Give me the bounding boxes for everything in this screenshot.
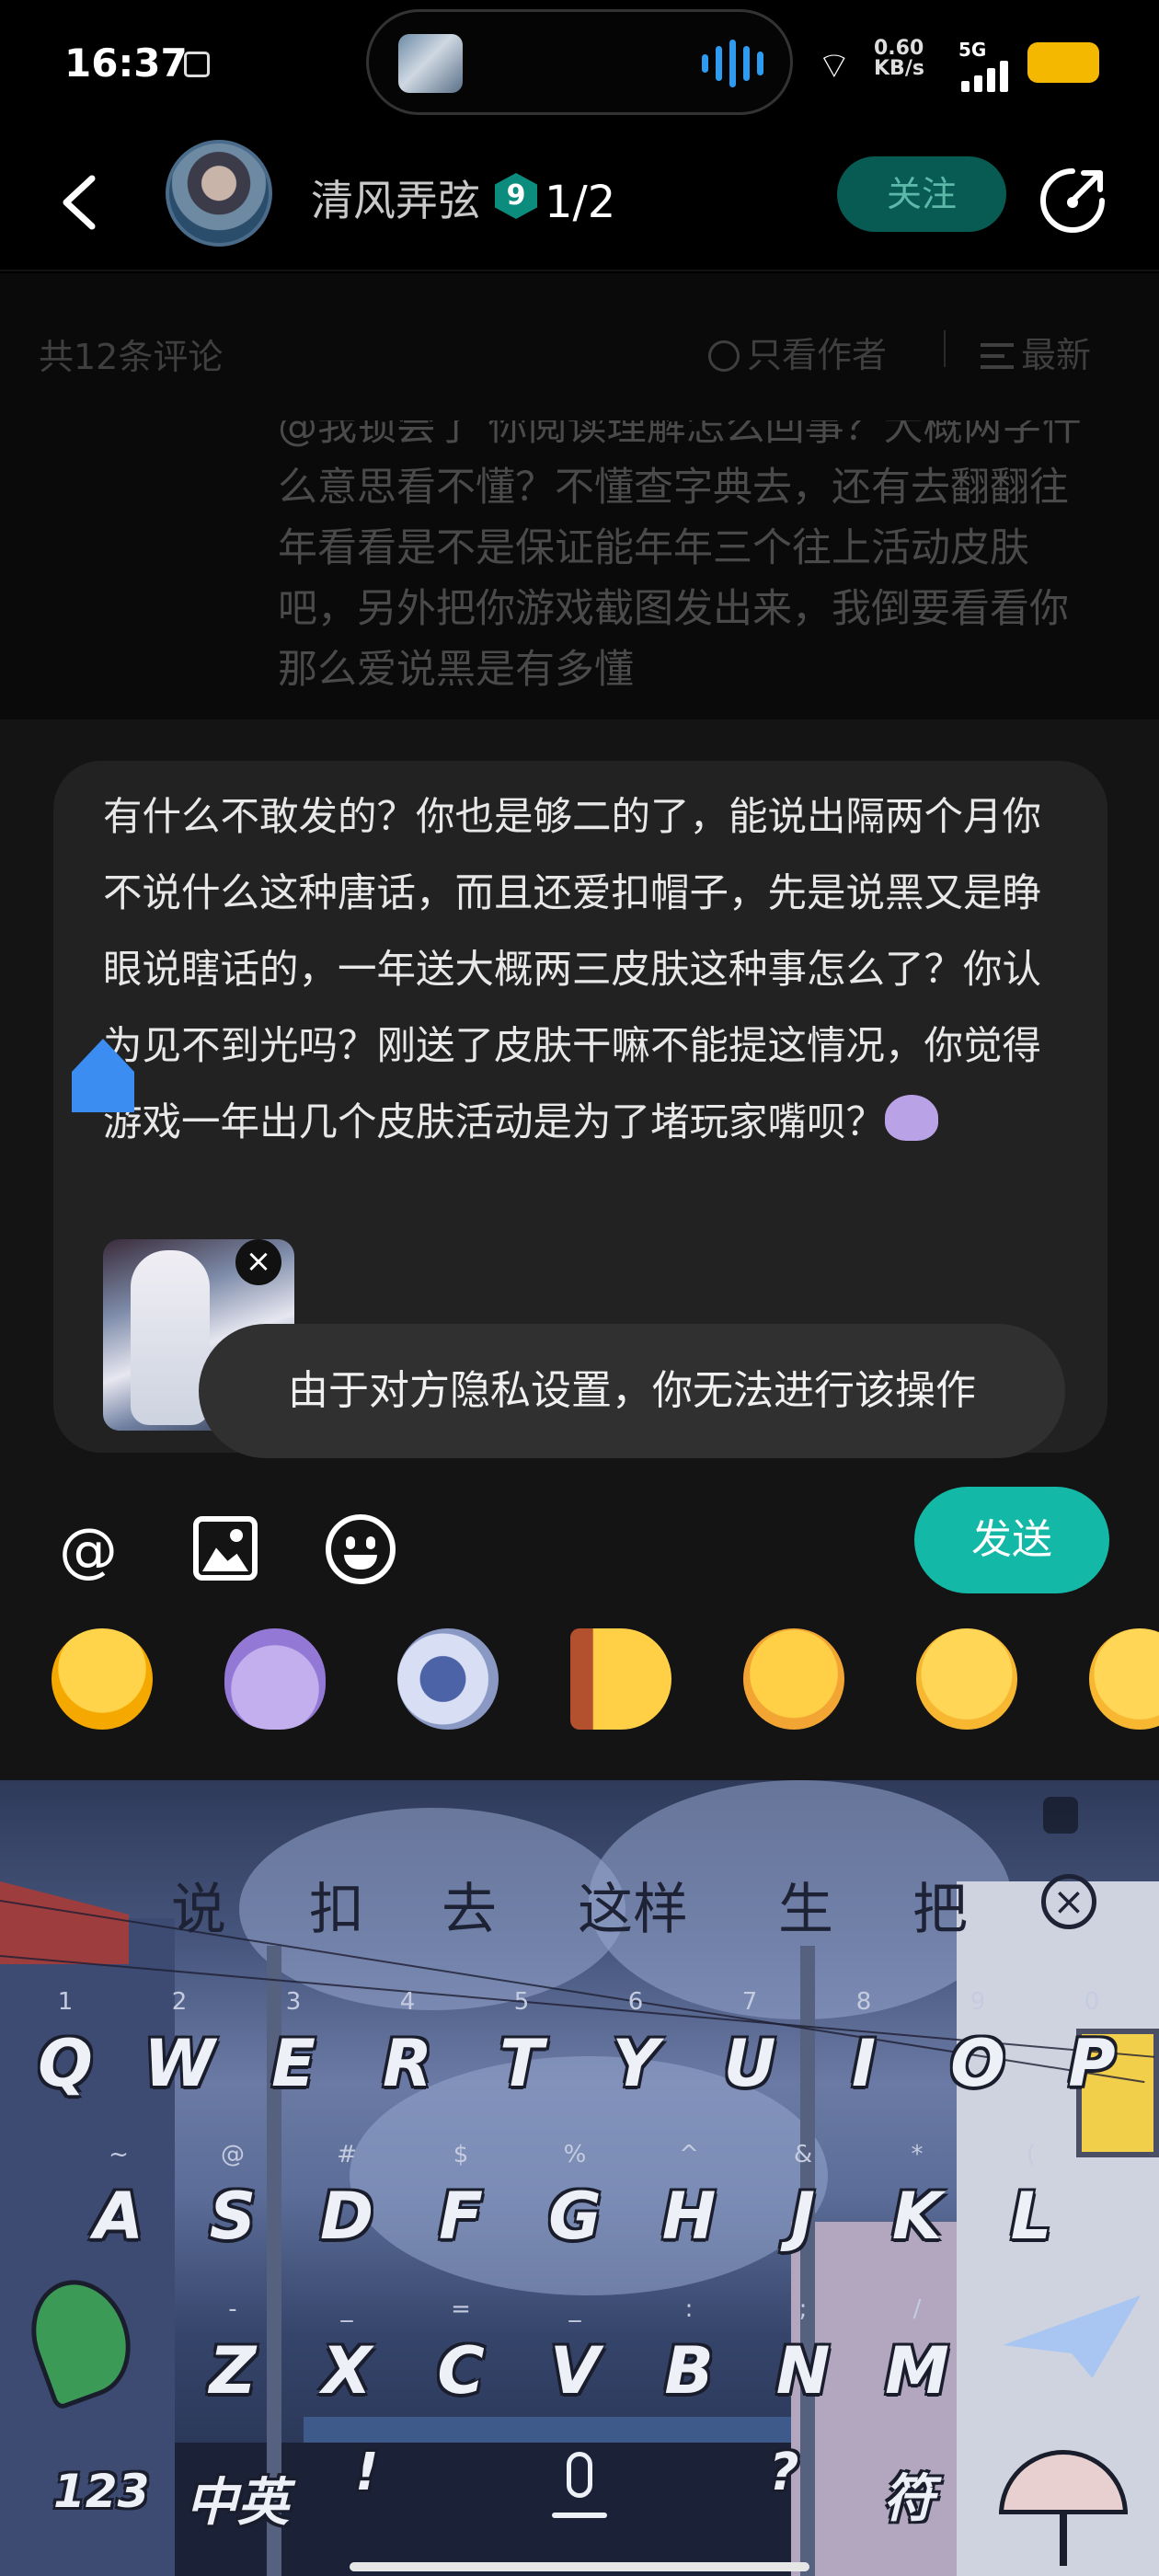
sort-icon bbox=[981, 341, 1014, 371]
purple-blob-sticker[interactable] bbox=[224, 1628, 326, 1730]
key-c[interactable]: = C bbox=[419, 2295, 502, 2415]
key-n[interactable]: ; N bbox=[762, 2295, 844, 2415]
author-only-label: 只看作者 bbox=[747, 335, 888, 375]
home-indicator[interactable] bbox=[350, 2562, 809, 2571]
level-badge: 9 bbox=[495, 173, 537, 219]
audio-wave-icon bbox=[702, 38, 763, 89]
key-d[interactable]: # D bbox=[305, 2141, 388, 2260]
key-t[interactable]: 5T bbox=[480, 1988, 563, 2108]
key-h[interactable]: ^ H bbox=[648, 2141, 730, 2260]
cloud-decoration bbox=[239, 1808, 625, 2010]
voice-input-icon[interactable] bbox=[552, 2452, 607, 2529]
status-time: 16:37 bbox=[64, 40, 188, 86]
emoji-icon[interactable] bbox=[326, 1514, 396, 1584]
watermelon-sticker[interactable] bbox=[743, 1628, 844, 1730]
peeking-wall-sticker[interactable] bbox=[570, 1628, 671, 1730]
back-icon[interactable] bbox=[57, 175, 103, 230]
key-m[interactable]: / M bbox=[876, 2295, 958, 2415]
key-i[interactable]: 8I bbox=[822, 1988, 905, 2108]
key-w[interactable]: 2W bbox=[138, 1988, 221, 2108]
author-only-toggle[interactable]: 只看作者 bbox=[708, 327, 887, 377]
sort-latest-button[interactable]: 最新 bbox=[981, 327, 1091, 377]
candidate-word[interactable]: 这样 bbox=[578, 1865, 688, 1945]
lock-icon[interactable] bbox=[1043, 1797, 1078, 1834]
page-counter: 1/2 bbox=[545, 177, 616, 228]
game-app-icon[interactable] bbox=[398, 34, 463, 93]
remove-attachment-button[interactable]: × bbox=[235, 1239, 281, 1285]
comment-count: 共12条评论 bbox=[39, 337, 224, 377]
key-q[interactable]: 1Q bbox=[24, 1988, 107, 2108]
reply-input-box[interactable]: 有什么不敢发的？你也是够二的了，能说出隔两个月你不说什么这种唐话，而且还爱扣帽子… bbox=[53, 761, 1107, 1458]
sea-decoration bbox=[304, 2417, 800, 2444]
numbers-key[interactable]: 123 bbox=[53, 2465, 149, 2518]
sim-notification-icon bbox=[184, 52, 210, 77]
smug-sticker[interactable] bbox=[1089, 1628, 1159, 1730]
symbols-key[interactable]: 符 bbox=[883, 2457, 935, 2532]
image-icon[interactable] bbox=[193, 1516, 258, 1581]
author-name[interactable]: 清风弄弦 bbox=[311, 167, 480, 228]
reply-compose-sheet: 有什么不敢发的？你也是够二的了，能说出隔两个月你不说什么这种唐话，而且还爱扣帽子… bbox=[0, 719, 1159, 1780]
status-indicators: ⌔ 0.60 KB/s 5G bbox=[809, 33, 1141, 98]
candidate-word[interactable]: 生 bbox=[778, 1865, 833, 1945]
key-k[interactable]: * K bbox=[876, 2141, 958, 2260]
dynamic-island[interactable] bbox=[366, 9, 793, 115]
key-x[interactable]: _ X bbox=[305, 2295, 388, 2415]
wifi-icon: ⌔ bbox=[817, 45, 852, 87]
candidate-word[interactable]: 把 bbox=[912, 1865, 968, 1945]
key-g[interactable]: % G bbox=[534, 2141, 616, 2260]
astronaut-sticker[interactable] bbox=[397, 1628, 499, 1730]
sticker-row bbox=[0, 1612, 1159, 1768]
comments-filter-bar: 共12条评论 只看作者 最新 bbox=[0, 273, 1159, 420]
key-b[interactable]: :B bbox=[648, 2295, 730, 2415]
pole-decoration bbox=[800, 1946, 815, 2576]
reply-input-text[interactable]: 有什么不敢发的？你也是够二的了，能说出隔两个月你不说什么这种唐话，而且还爱扣帽子… bbox=[103, 779, 1060, 1226]
anime-character-figure bbox=[131, 1250, 210, 1425]
key-v[interactable]: _ V bbox=[534, 2295, 616, 2415]
battery-icon bbox=[1027, 42, 1099, 83]
key-s[interactable]: @ S bbox=[191, 2141, 274, 2260]
key-a[interactable]: ~ A bbox=[77, 2141, 160, 2260]
key-p[interactable]: 0P bbox=[1050, 1988, 1133, 2108]
language-switch-key[interactable]: 中英 bbox=[186, 2461, 289, 2536]
key-f[interactable]: $ F bbox=[419, 2141, 502, 2260]
roof-decoration bbox=[0, 1881, 129, 1964]
follow-button[interactable]: 关注 bbox=[837, 156, 1006, 232]
enter-umbrella-key[interactable] bbox=[999, 2450, 1128, 2566]
background-reply-text: @我锁尝了 你阅读理解怎么回事？大概两字什么意思看不懂？不懂查字典去，还有去翻翻… bbox=[278, 420, 1082, 693]
reply-text: 有什么不敢发的？你也是够二的了，能说出隔两个月你不说什么这种唐话，而且还爱扣帽子… bbox=[103, 795, 1042, 1145]
signal-icon bbox=[961, 61, 1008, 92]
key-z[interactable]: -Z bbox=[191, 2295, 274, 2415]
key-o[interactable]: 9O bbox=[936, 1988, 1019, 2108]
share-icon[interactable] bbox=[1038, 166, 1107, 236]
key-r[interactable]: 4R bbox=[366, 1988, 449, 2108]
network-speed: 0.60 KB/s bbox=[874, 37, 924, 80]
mention-button[interactable]: @ bbox=[55, 1518, 121, 1584]
key-l[interactable]: (L bbox=[990, 2141, 1073, 2260]
key-u[interactable]: 7U bbox=[708, 1988, 791, 2108]
radio-circle-icon bbox=[708, 340, 740, 372]
purple-blob-emoji-icon bbox=[885, 1095, 939, 1141]
close-candidates-icon[interactable]: × bbox=[1041, 1874, 1096, 1929]
key-y[interactable]: 6Y bbox=[594, 1988, 677, 2108]
candidate-word[interactable]: 说 bbox=[171, 1865, 226, 1945]
background-reply: @我锁尝了 你阅读理解怎么回事？大概两字什么意思看不懂？不懂查字典去，还有去翻翻… bbox=[0, 420, 1159, 719]
candidate-word[interactable]: 去 bbox=[442, 1865, 497, 1945]
key-e[interactable]: 3E bbox=[252, 1988, 335, 2108]
privacy-toast: 由于对方隐私设置，你无法进行该操作 bbox=[199, 1324, 1065, 1458]
smirk-sticker[interactable] bbox=[916, 1628, 1017, 1730]
key-j[interactable]: & J bbox=[762, 2141, 844, 2260]
network-type: 5G bbox=[958, 39, 987, 61]
send-button[interactable]: 发送 bbox=[914, 1487, 1109, 1593]
candidate-word[interactable]: 扣 bbox=[309, 1865, 364, 1945]
exclamation-key[interactable]: ! bbox=[355, 2443, 379, 2502]
crying-face-sticker[interactable] bbox=[52, 1628, 153, 1730]
post-header: 清风弄弦 9 1/2 关注 bbox=[0, 129, 1159, 271]
keyboard: 说 扣 去 这样 生 把 × 1Q 2W 3E 4R 5T 6Y 7U 8I 9… bbox=[0, 1780, 1159, 2576]
divider bbox=[944, 330, 946, 367]
author-avatar[interactable] bbox=[166, 140, 272, 247]
status-bar: 16:37 ⌔ 0.60 KB/s 5G bbox=[0, 0, 1159, 129]
sort-label: 最新 bbox=[1021, 335, 1092, 375]
question-key[interactable]: ? bbox=[769, 2443, 798, 2502]
